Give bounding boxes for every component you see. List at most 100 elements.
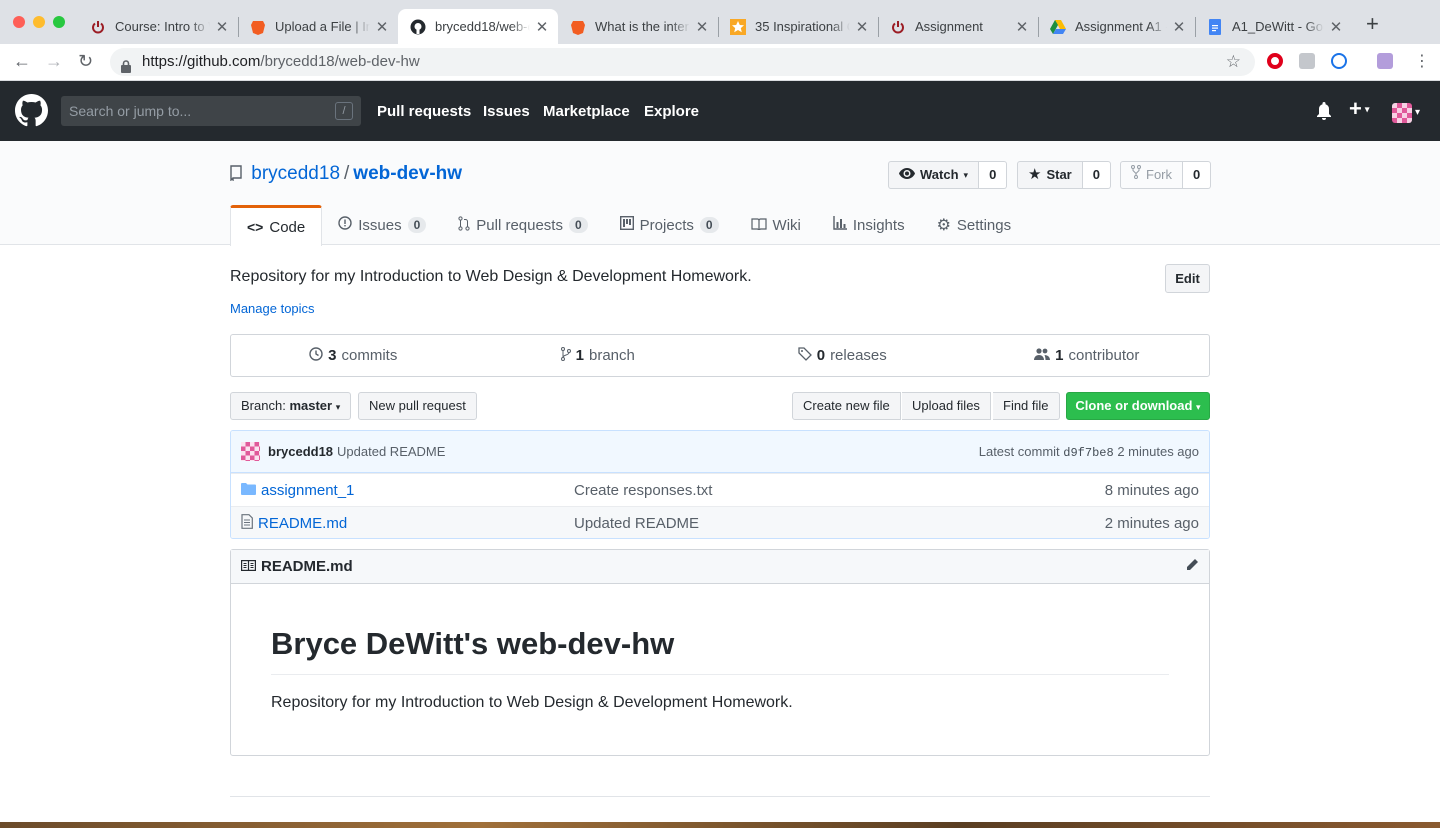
issue-icon — [338, 216, 352, 234]
star-count[interactable]: 0 — [1082, 161, 1111, 189]
star-icon — [730, 18, 746, 35]
branch-select-button[interactable]: Branch: master ▾ — [230, 392, 352, 420]
file-commit-message[interactable]: Create responses.txt — [574, 482, 1105, 499]
nav-marketplace[interactable]: Marketplace — [543, 103, 630, 120]
tab-title: What is the internet — [595, 19, 690, 34]
wiki-book-icon — [750, 217, 767, 234]
fork-count[interactable]: 0 — [1183, 161, 1212, 189]
new-tab-button[interactable]: + — [1366, 13, 1379, 35]
nav-explore[interactable]: Explore — [644, 103, 699, 120]
new-pull-request-button[interactable]: New pull request — [358, 392, 477, 420]
clone-or-download-button[interactable]: Clone or download ▾ — [1066, 392, 1210, 420]
nav-issues[interactable]: Issues — [483, 103, 530, 120]
upload-files-button[interactable]: Upload files — [902, 392, 991, 420]
tab-code[interactable]: <> Code — [230, 205, 323, 246]
close-tab-icon[interactable]: ✕ — [534, 18, 550, 36]
table-row: README.md Updated README 2 minutes ago — [231, 506, 1209, 538]
browser-tab-assignment[interactable]: Assignment ✕ — [878, 9, 1038, 44]
gear-icon: ⚙ — [936, 217, 951, 234]
edit-description-button[interactable]: Edit — [1165, 264, 1210, 293]
search-input[interactable]: Search or jump to... / — [61, 96, 361, 126]
nav-pull-requests[interactable]: Pull requests — [377, 103, 471, 120]
file-link[interactable]: assignment_1 — [261, 482, 354, 499]
contributors-link[interactable]: 1 contributor — [965, 335, 1210, 376]
address-bar[interactable]: https://github.com/brycedd18/web-dev-hw … — [110, 48, 1255, 76]
browser-tab-drive[interactable]: Assignment A1 - Google Drive ✕ — [1038, 9, 1195, 44]
github-header: Search or jump to... / Pull requests Iss… — [0, 81, 1440, 141]
close-tab-icon[interactable]: ✕ — [374, 18, 390, 36]
reload-icon[interactable]: ↻ — [78, 51, 93, 71]
find-file-button[interactable]: Find file — [993, 392, 1060, 420]
close-tab-icon[interactable]: ✕ — [854, 18, 870, 36]
close-tab-icon[interactable]: ✕ — [1171, 18, 1187, 36]
browser-tab-internet[interactable]: What is the internet ✕ — [558, 9, 718, 44]
url-host: https://github.com — [142, 53, 261, 70]
tab-title: 35 Inspirational Quotes — [755, 19, 850, 34]
repo-name-link[interactable]: web-dev-hw — [353, 163, 462, 184]
fork-icon — [1131, 162, 1141, 188]
profile-avatar-icon[interactable] — [1377, 53, 1393, 69]
create-new-file-button[interactable]: Create new file — [792, 392, 901, 420]
tab-wiki[interactable]: Wiki — [735, 205, 817, 245]
browser-tab-quotes[interactable]: 35 Inspirational Quotes ✕ — [718, 9, 878, 44]
browser-tab-course[interactable]: Course: Intro to Web Design ✕ — [78, 9, 238, 44]
back-arrow-icon[interactable]: ← — [13, 51, 31, 71]
commit-author-avatar[interactable] — [241, 442, 260, 461]
readme-book-icon — [241, 558, 257, 575]
forward-arrow-icon[interactable]: → — [45, 51, 63, 71]
file-commit-message[interactable]: Updated README — [574, 515, 1105, 532]
commit-sha-link[interactable]: d9f7be8 — [1063, 446, 1113, 460]
commits-link[interactable]: 3 commits — [231, 335, 476, 376]
avatar-dropdown-caret-icon[interactable]: ▾ — [1415, 107, 1420, 118]
people-icon — [1034, 347, 1051, 365]
create-new-plus-icon[interactable]: + ▾ — [1349, 96, 1370, 122]
commit-message-link[interactable]: Updated README — [337, 444, 445, 459]
file-link[interactable]: README.md — [258, 515, 347, 532]
close-tab-icon[interactable]: ✕ — [1014, 18, 1030, 36]
table-row: assignment_1 Create responses.txt 8 minu… — [231, 473, 1209, 506]
brave-icon — [250, 19, 266, 35]
branch-link[interactable]: 1 branch — [476, 335, 721, 376]
pencil-edit-icon[interactable] — [1185, 558, 1199, 576]
tab-insights[interactable]: Insights — [817, 205, 921, 245]
repo-owner-link[interactable]: brycedd18 — [251, 163, 340, 184]
browser-tab-github[interactable]: brycedd18/web-dev-hw ✕ — [398, 9, 558, 44]
tab-settings[interactable]: ⚙ Settings — [921, 205, 1028, 245]
close-tab-icon[interactable]: ✕ — [694, 18, 710, 36]
repo-stats-bar: 3 commits 1 branch 0 releases 1 contributor — [230, 334, 1210, 377]
chat-extension-icon[interactable] — [1331, 53, 1347, 69]
browser-tab-docs[interactable]: A1_DeWitt - Google Docs ✕ — [1195, 9, 1352, 44]
tab-title: Upload a File | Instructure — [275, 19, 370, 34]
close-tab-icon[interactable]: ✕ — [214, 18, 230, 36]
file-name-cell: assignment_1 — [231, 482, 574, 499]
tab-projects[interactable]: Projects 0 — [604, 205, 735, 245]
extension-icon[interactable] — [1299, 53, 1315, 69]
clone-label: Clone or download — [1075, 398, 1193, 413]
tab-issues[interactable]: Issues 0 — [322, 205, 442, 245]
manage-topics-link[interactable]: Manage topics — [230, 301, 315, 316]
browser-menu-icon[interactable]: ⋮ — [1414, 51, 1430, 71]
bookmark-star-icon[interactable]: ☆ — [1226, 48, 1241, 76]
commit-author-link[interactable]: brycedd18 — [268, 444, 333, 459]
watch-button[interactable]: Watch ▾ — [888, 161, 980, 189]
bell-icon[interactable] — [1316, 102, 1332, 125]
readme-body: Repository for my Introduction to Web De… — [271, 694, 793, 711]
pull-request-icon — [458, 215, 470, 235]
github-logo-icon[interactable] — [15, 94, 48, 132]
close-window-button[interactable] — [13, 16, 25, 28]
watch-count[interactable]: 0 — [979, 161, 1008, 189]
project-icon — [619, 215, 634, 234]
star-button[interactable]: ★ Star — [1017, 161, 1083, 189]
opera-extension-icon[interactable] — [1267, 53, 1283, 69]
maximize-window-button[interactable] — [53, 16, 65, 28]
user-avatar[interactable] — [1392, 103, 1412, 123]
fork-button[interactable]: Fork — [1120, 161, 1183, 189]
browser-tab-upload[interactable]: Upload a File | Instructure ✕ — [238, 9, 398, 44]
contributors-count: 1 — [1055, 347, 1064, 364]
minimize-window-button[interactable] — [33, 16, 45, 28]
commits-label: commits — [341, 347, 398, 364]
releases-link[interactable]: 0 releases — [720, 335, 965, 376]
tab-pull-requests[interactable]: Pull requests 0 — [442, 205, 603, 245]
commit-age: 2 minutes ago — [1117, 443, 1199, 459]
close-tab-icon[interactable]: ✕ — [1328, 18, 1344, 36]
